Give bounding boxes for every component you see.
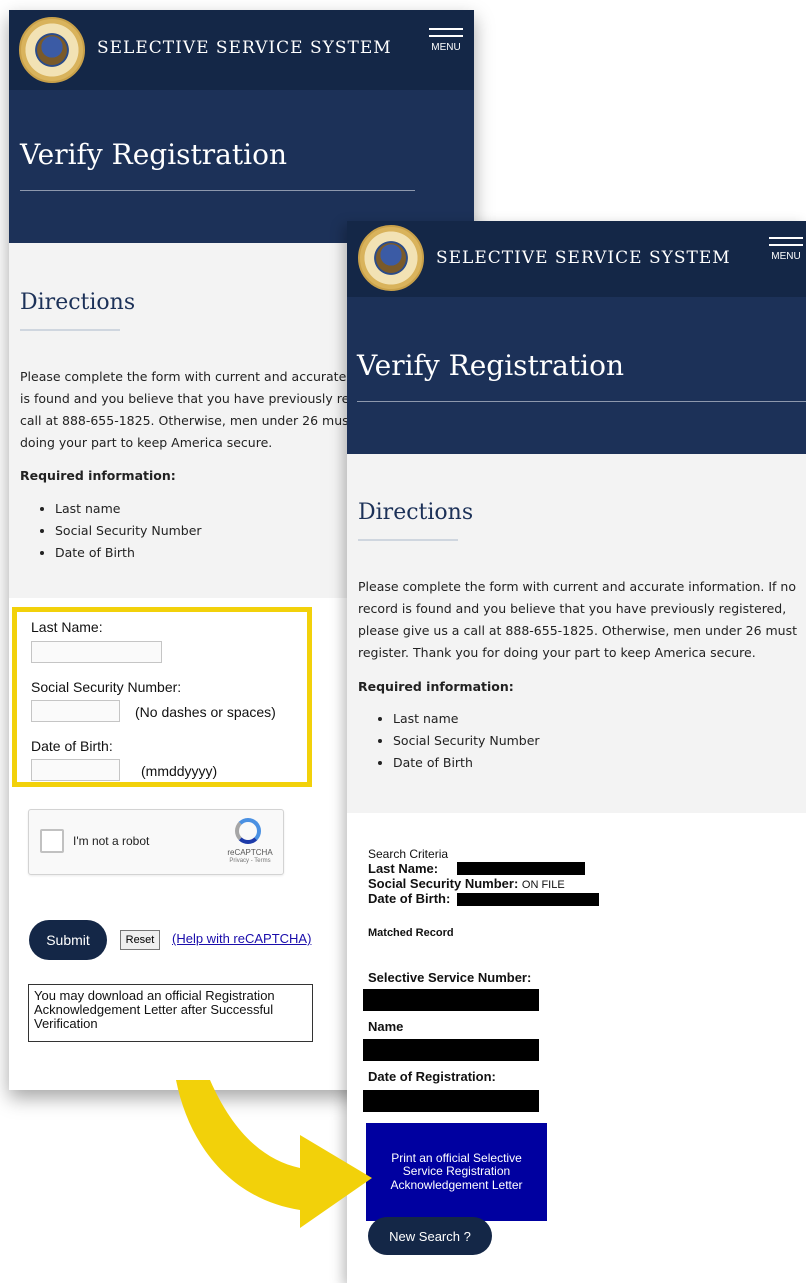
flow-arrow-icon [176, 1080, 372, 1228]
